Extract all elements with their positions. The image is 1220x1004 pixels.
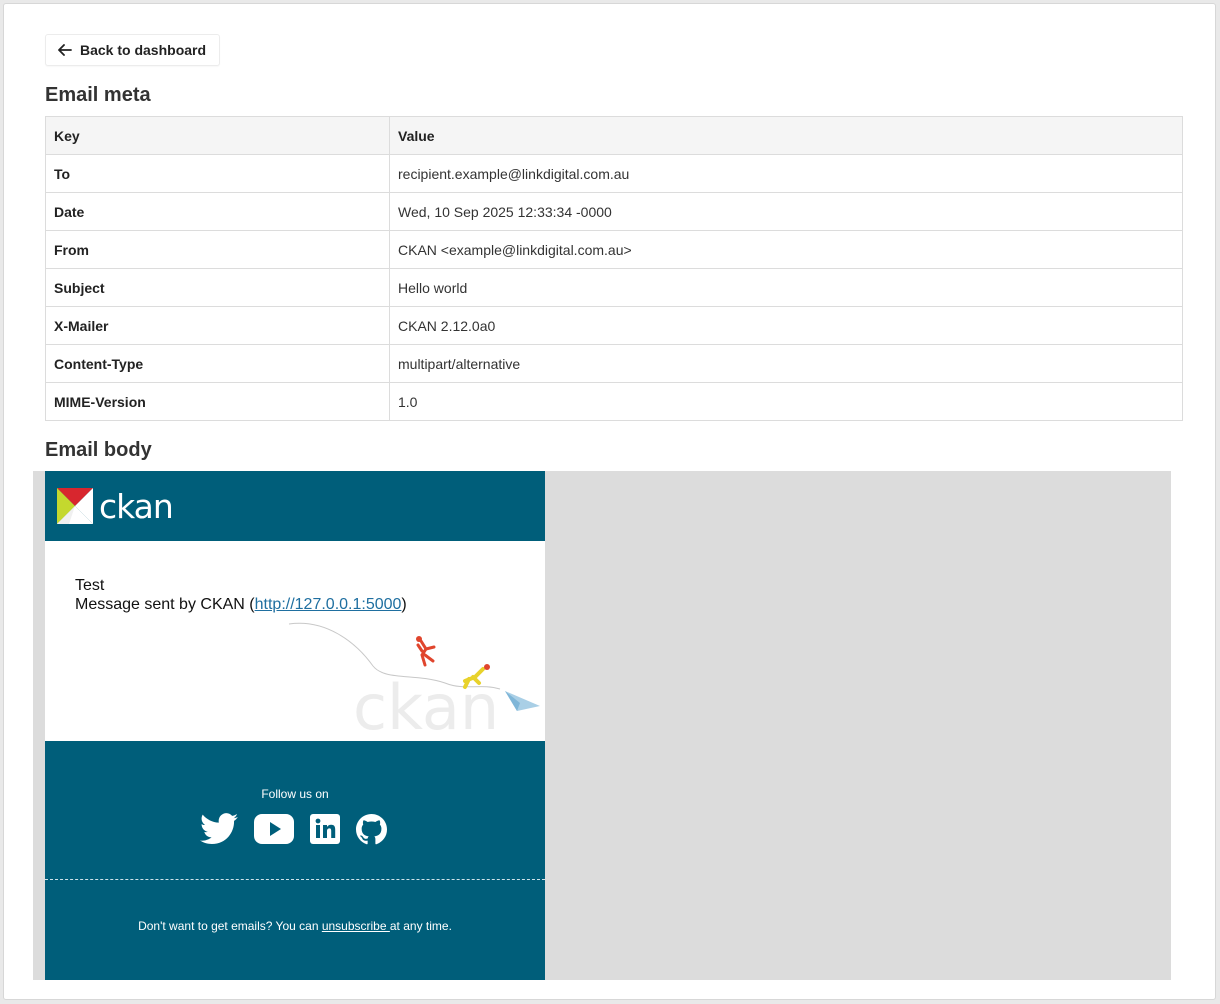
meta-key: Content-Type <box>45 344 390 383</box>
github-icon[interactable] <box>356 813 387 850</box>
unsub-prefix: Don't want to get emails? You can <box>138 919 322 933</box>
column-header-value: Value <box>389 116 1183 155</box>
flying-people-illustration: ckan <box>285 621 545 744</box>
message-line-1: Test <box>75 577 105 594</box>
table-row: Date Wed, 10 Sep 2025 12:33:34 -0000 <box>45 192 1183 231</box>
email-meta-table: Key Value To recipient.example@linkdigit… <box>45 116 1183 421</box>
table-row: X-Mailer CKAN 2.12.0a0 <box>45 306 1183 345</box>
follow-us-label: Follow us on <box>261 787 329 801</box>
table-row: From CKAN <example@linkdigital.com.au> <box>45 230 1183 269</box>
ckan-logo-mark <box>57 488 93 524</box>
meta-value: 1.0 <box>389 382 1183 421</box>
table-row: To recipient.example@linkdigital.com.au <box>45 154 1183 193</box>
youtube-icon[interactable] <box>254 814 294 849</box>
table-row: Subject Hello world <box>45 268 1183 307</box>
logo-text: ckan <box>99 486 174 526</box>
meta-value: Hello world <box>389 268 1183 307</box>
twitter-icon[interactable] <box>200 813 238 850</box>
email-header: ckan <box>45 471 545 541</box>
arrow-left-icon <box>58 44 72 56</box>
meta-key: From <box>45 230 390 269</box>
message-suffix: ) <box>401 596 407 613</box>
table-row: MIME-Version 1.0 <box>45 382 1183 421</box>
email-meta-heading: Email meta <box>45 84 151 106</box>
meta-value: Wed, 10 Sep 2025 12:33:34 -0000 <box>389 192 1183 231</box>
meta-key: X-Mailer <box>45 306 390 345</box>
message-line-2: Message sent by CKAN (http://127.0.0.1:5… <box>75 595 407 614</box>
email-content: Test Message sent by CKAN (http://127.0.… <box>45 541 545 744</box>
unsub-suffix: at any time. <box>389 919 452 933</box>
back-to-dashboard-label: Back to dashboard <box>80 42 207 58</box>
email-footer: Follow us on Don't want to get emails? Y… <box>45 741 545 980</box>
unsubscribe-notice: Don't want to get emails? You can unsubs… <box>45 919 545 933</box>
email-document: ckan Test Message sent by CKAN (http://1… <box>45 471 545 980</box>
email-body-heading: Email body <box>45 439 152 461</box>
meta-key: Subject <box>45 268 390 307</box>
meta-value: CKAN 2.12.0a0 <box>389 306 1183 345</box>
meta-value: multipart/alternative <box>389 344 1183 383</box>
ckan-logo: ckan <box>57 486 174 526</box>
meta-key: Date <box>45 192 390 231</box>
email-preview-frame[interactable]: ckan Test Message sent by CKAN (http://1… <box>33 471 1171 980</box>
table-header-row: Key Value <box>45 116 1183 155</box>
column-header-key: Key <box>45 116 390 155</box>
linkedin-icon[interactable] <box>310 814 340 849</box>
meta-key: MIME-Version <box>45 382 390 421</box>
email-message: Test Message sent by CKAN (http://127.0.… <box>75 576 407 614</box>
page-frame: Back to dashboard Email meta Key Value T… <box>3 3 1216 1000</box>
back-to-dashboard-button[interactable]: Back to dashboard <box>45 34 221 66</box>
meta-value: CKAN <example@linkdigital.com.au> <box>389 230 1183 269</box>
site-link[interactable]: http://127.0.0.1:5000 <box>255 596 402 613</box>
footer-divider <box>45 879 545 880</box>
message-prefix: Message sent by CKAN ( <box>75 596 255 613</box>
table-row: Content-Type multipart/alternative <box>45 344 1183 383</box>
meta-key: To <box>45 154 390 193</box>
unsubscribe-link[interactable]: unsubscribe <box>322 919 390 933</box>
social-links <box>200 813 387 850</box>
meta-value: recipient.example@linkdigital.com.au <box>389 154 1183 193</box>
